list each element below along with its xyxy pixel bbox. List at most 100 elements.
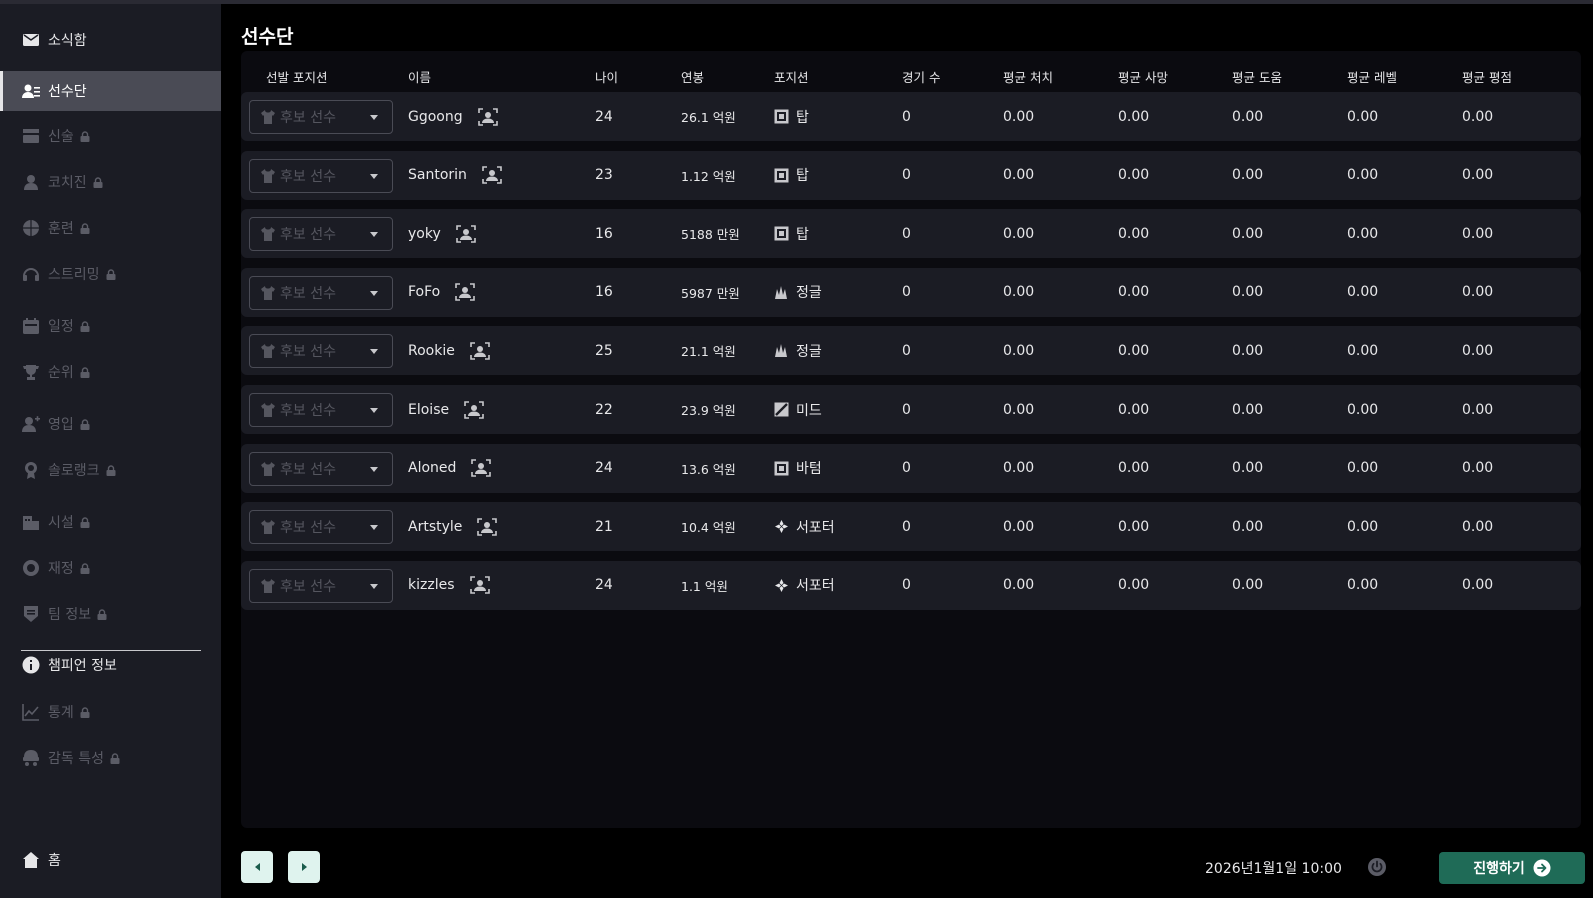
player-profile-icon[interactable] [476, 516, 498, 538]
player-name: yoky [408, 225, 441, 242]
stat-rating: 0.00 [1462, 167, 1494, 184]
stat-level: 0.00 [1347, 284, 1379, 301]
column-header: 연봉 [681, 70, 705, 85]
sidebar-item-12[interactable]: 재정 [0, 548, 221, 588]
starting-position-select[interactable]: 후보 선수 [249, 158, 393, 193]
player-age: 21 [595, 518, 613, 535]
building-icon [22, 513, 40, 531]
power-icon[interactable] [1367, 857, 1387, 877]
stat-deaths: 0.00 [1118, 577, 1150, 594]
top-lane-icon [774, 109, 789, 124]
sidebar-item-11[interactable]: 시설 [0, 502, 221, 542]
next-page-button[interactable] [288, 851, 320, 883]
lock-icon [80, 562, 90, 574]
stat-level: 0.00 [1347, 225, 1379, 242]
stat-rating: 0.00 [1462, 401, 1494, 418]
player-age: 22 [595, 401, 613, 418]
sidebar-item-13[interactable]: 팀 정보 [0, 594, 221, 634]
stat-games: 0 [902, 108, 911, 125]
sidebar-item-home[interactable]: 홈 [0, 840, 221, 880]
sidebar-item-3[interactable]: 신술 [0, 116, 221, 156]
mail-icon [22, 31, 40, 49]
sidebar-item-2[interactable]: 선수단 [0, 71, 221, 111]
position-label: 정글 [796, 285, 822, 302]
top-lane-icon [774, 168, 789, 183]
stat-kills: 0.00 [1003, 108, 1035, 125]
proceed-button[interactable]: 진행하기 [1439, 852, 1585, 884]
window-top-strip [0, 0, 1593, 4]
sidebar-item-4[interactable]: 코치진 [0, 162, 221, 202]
sidebar-item-14[interactable]: 챔피언 정보 [0, 645, 221, 685]
player-name-cell: Santorin [408, 151, 503, 200]
starting-position-select[interactable]: 후보 선수 [249, 393, 393, 427]
player-name-cell: Aloned [408, 444, 492, 493]
player-profile-icon[interactable] [470, 457, 492, 479]
position-label: 탑 [796, 109, 809, 126]
player-profile-icon[interactable] [463, 399, 485, 421]
stat-deaths: 0.00 [1118, 108, 1150, 125]
column-header: 이름 [408, 70, 432, 85]
starting-position-select[interactable]: 후보 선수 [249, 510, 393, 545]
sidebar-item-9[interactable]: 영입 [0, 404, 221, 444]
table-row: 후보 선수 Ggoong 24 26.1 억원 탑 0 0.00 0.00 0.00 0.00 0.… [241, 92, 1581, 141]
stat-kills: 0.00 [1003, 225, 1035, 242]
player-salary: 10.4 억원 [681, 520, 736, 536]
stat-assists: 0.00 [1232, 225, 1264, 242]
starting-position-select[interactable]: 후보 선수 [249, 451, 393, 486]
player-profile-icon[interactable] [455, 223, 477, 245]
starting-position-select[interactable]: 후보 선수 [249, 275, 393, 310]
player-position: 정글 [774, 268, 822, 317]
sidebar-item-16[interactable]: 감독 특성 [0, 738, 221, 778]
player-name-cell: kizzles [408, 561, 491, 610]
select-value: 후보 선수 [280, 520, 336, 537]
player-profile-icon[interactable] [469, 340, 491, 362]
starting-position-select[interactable]: 후보 선수 [249, 100, 393, 134]
position-label: 서포터 [796, 578, 835, 595]
page-title: 선수단 [241, 26, 294, 48]
table-row: 후보 선수 yoky 16 5188 만원 탑 0 0.00 0.00 0.00 0.00 0.00 [241, 209, 1581, 259]
coach-icon [22, 173, 40, 191]
sidebar-item-label: 코치진 [48, 175, 87, 191]
mid-lane-icon [774, 402, 789, 417]
sidebar-item-8[interactable]: 순위 [0, 352, 221, 392]
sidebar-item-10[interactable]: 솔로랭크 [0, 450, 221, 490]
caret-down-icon [370, 173, 378, 179]
support-icon [774, 519, 789, 534]
player-age: 24 [595, 460, 613, 477]
jersey-icon [260, 285, 276, 301]
player-profile-icon[interactable] [469, 574, 491, 596]
caret-down-icon [370, 525, 378, 531]
stat-rating: 0.00 [1462, 460, 1494, 477]
sidebar-item-7[interactable]: 일정 [0, 306, 221, 346]
sidebar-item-6[interactable]: 스트리밍 [0, 254, 221, 294]
player-name-cell: Eloise [408, 385, 485, 434]
player-profile-icon[interactable] [477, 106, 499, 128]
player-salary: 5188 만원 [681, 227, 740, 243]
player-profile-icon[interactable] [454, 281, 476, 303]
sidebar-item-5[interactable]: 훈련 [0, 208, 221, 248]
player-age: 16 [595, 225, 613, 242]
starting-position-select[interactable]: 후보 선수 [249, 217, 393, 252]
stat-games: 0 [902, 577, 911, 594]
table-row: 후보 선수 Rookie 25 21.1 억원 정글 0 0.00 0.00 0.00 0.00 0… [241, 326, 1581, 376]
starting-position-select[interactable]: 후보 선수 [249, 568, 393, 603]
player-age: 23 [595, 167, 613, 184]
sidebar-item-1[interactable]: 소식함 [0, 20, 221, 60]
player-name-cell: FoFo [408, 268, 476, 317]
player-name-cell: yoky [408, 209, 477, 258]
prev-page-button[interactable] [241, 851, 273, 883]
sidebar-item-label: 영입 [48, 417, 74, 433]
starting-position-select[interactable]: 후보 선수 [249, 334, 393, 369]
sidebar-item-label: 통계 [48, 705, 74, 721]
sidebar-item-15[interactable]: 통계 [0, 692, 221, 732]
lock-icon [80, 130, 90, 142]
stat-assists: 0.00 [1232, 108, 1264, 125]
player-profile-icon[interactable] [481, 164, 503, 186]
sidebar-item-label: 시설 [48, 515, 74, 531]
stat-level: 0.00 [1347, 460, 1379, 477]
lock-icon [80, 366, 90, 378]
jungle-icon [774, 285, 789, 300]
stat-level: 0.00 [1347, 401, 1379, 418]
proceed-label: 진행하기 [1473, 861, 1525, 877]
chart-icon [22, 703, 40, 721]
